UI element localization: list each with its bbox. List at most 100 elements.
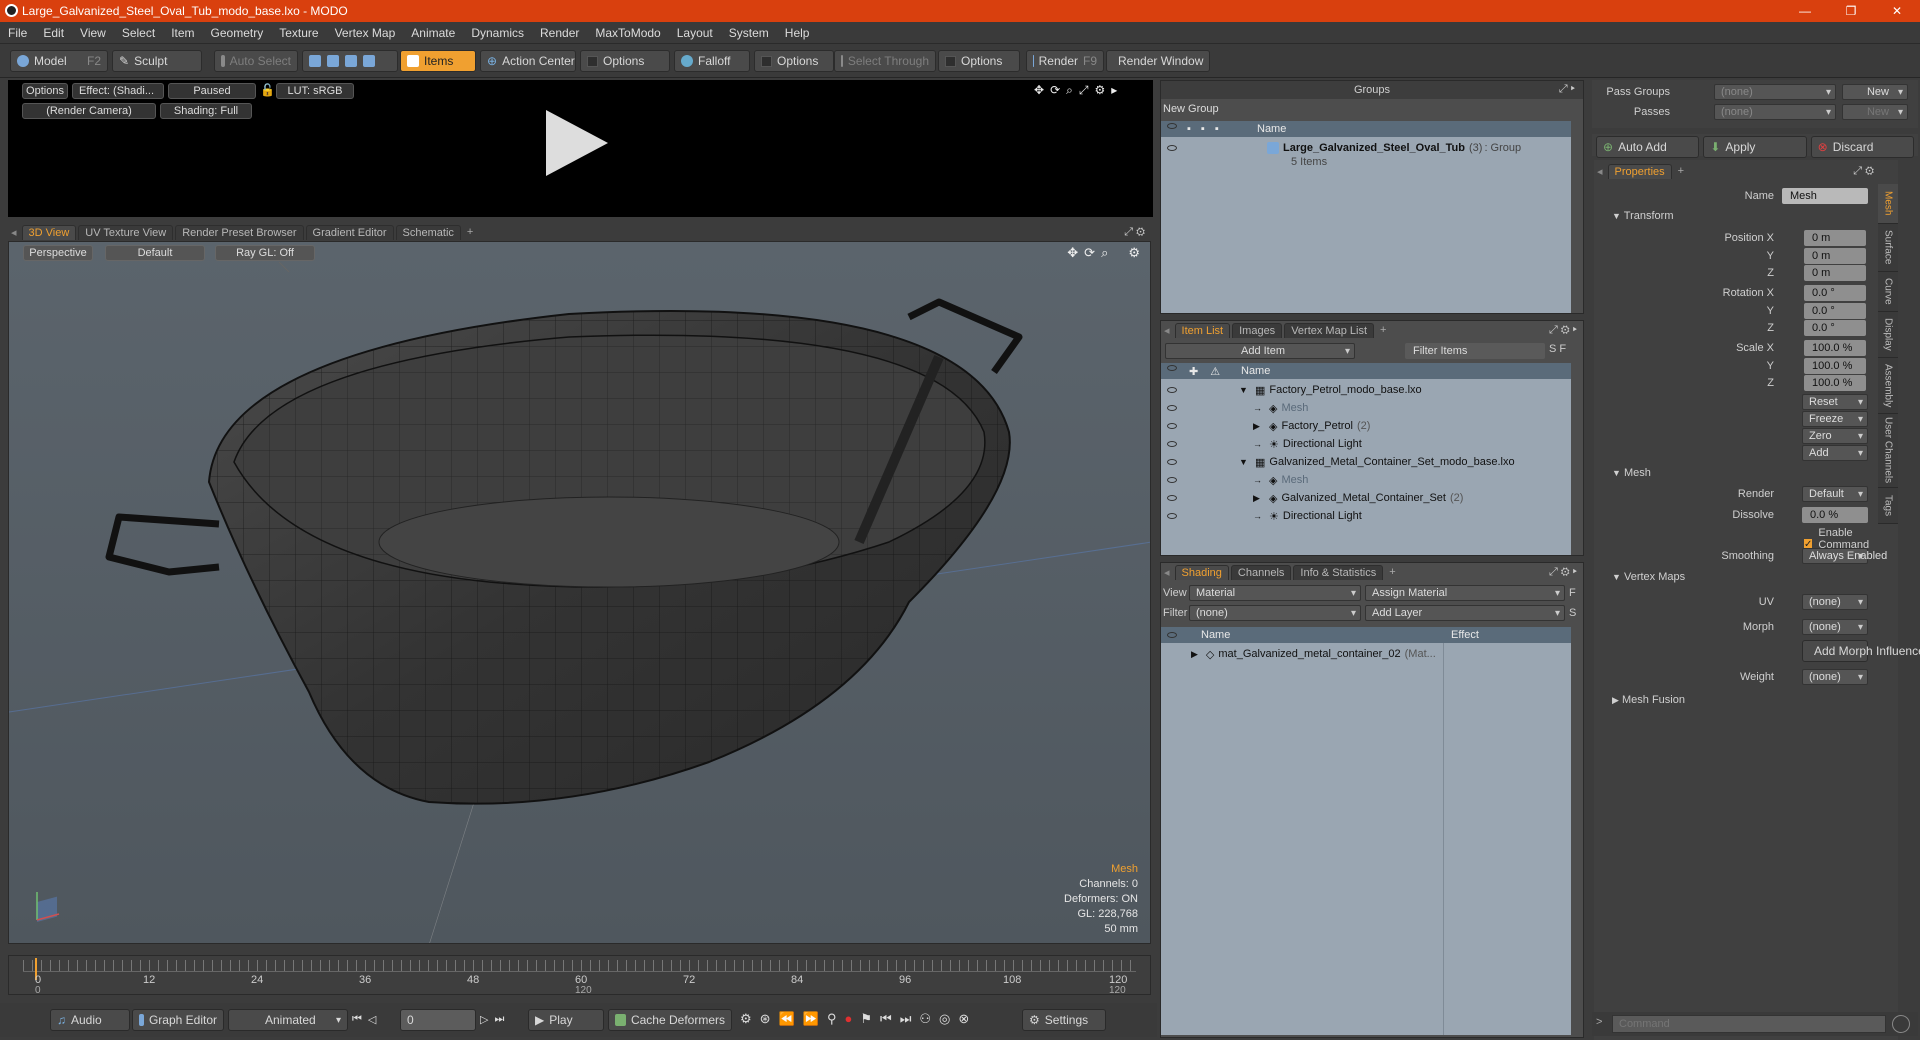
position-y-field[interactable]: 0 m bbox=[1804, 248, 1866, 264]
side-tab-user-channels[interactable]: User Channels bbox=[1878, 414, 1898, 488]
animated-dropdown[interactable]: Animated ▾ bbox=[228, 1009, 348, 1031]
tab-uv-texture-view[interactable]: UV Texture View bbox=[78, 224, 174, 240]
scale-z-field[interactable]: 100.0 % bbox=[1804, 375, 1866, 391]
scale-y-field[interactable]: 100.0 % bbox=[1804, 358, 1866, 374]
auto-add-button[interactable]: ⊕ Auto Add bbox=[1596, 136, 1700, 158]
item-list-row[interactable]: ▶ ◈ Factory_Petrol (2) bbox=[1161, 417, 1571, 435]
new-pass-button[interactable]: New bbox=[1842, 104, 1908, 120]
lut-dropdown[interactable]: LUT: sRGB bbox=[276, 83, 354, 99]
add-morph-influence-button[interactable]: Add Morph Influence bbox=[1802, 640, 1920, 662]
vertices-mode-icon[interactable] bbox=[309, 55, 321, 67]
mesh-section[interactable]: ▼ Mesh bbox=[1612, 467, 1651, 479]
new-pass-group-button[interactable]: New bbox=[1842, 84, 1908, 100]
select-through-options-button[interactable]: Options bbox=[938, 50, 1020, 72]
item-list-row[interactable]: ▼ ▦ Factory_Petrol_modo_base.lxo bbox=[1161, 381, 1571, 399]
filter-dropdown[interactable]: (none) bbox=[1189, 605, 1361, 621]
eye-icon[interactable] bbox=[1167, 632, 1177, 638]
side-tab-surface[interactable]: Surface bbox=[1878, 224, 1898, 272]
assign-material-dropdown[interactable]: Assign Material bbox=[1365, 585, 1565, 601]
auto-key-icon[interactable]: ⚲ bbox=[827, 1011, 837, 1027]
eye-icon[interactable] bbox=[1167, 423, 1177, 429]
menu-render[interactable]: Render bbox=[532, 26, 587, 40]
item-list-row[interactable]: → ◈ Mesh bbox=[1161, 471, 1571, 489]
close-button[interactable]: ✕ bbox=[1874, 0, 1920, 22]
expand-icon[interactable]: ⤢ bbox=[1079, 83, 1089, 98]
falloff-button[interactable]: Falloff bbox=[674, 50, 750, 72]
filter-options-icon[interactable]: S F bbox=[1549, 343, 1566, 355]
eye-icon[interactable] bbox=[1167, 123, 1177, 129]
filter-f-icon[interactable]: F bbox=[1569, 587, 1576, 599]
tab-shading[interactable]: Shading bbox=[1174, 564, 1229, 580]
pan-icon[interactable]: ✥ bbox=[1034, 83, 1044, 98]
item-list-row[interactable]: → ☀ Directional Light bbox=[1161, 435, 1571, 453]
tab-gradient-editor[interactable]: Gradient Editor bbox=[305, 224, 394, 240]
vertex-maps-section[interactable]: ▼ Vertex Maps bbox=[1612, 571, 1685, 583]
tab-channels[interactable]: Channels bbox=[1230, 564, 1292, 580]
gear-icon[interactable]: ⚙ bbox=[1094, 83, 1105, 98]
eye-icon[interactable] bbox=[1167, 145, 1177, 151]
eye-icon[interactable] bbox=[1167, 495, 1177, 501]
tab-info-statistics[interactable]: Info & Statistics bbox=[1293, 564, 1384, 580]
action-center-options-button[interactable]: Options bbox=[580, 50, 670, 72]
freeze-dropdown[interactable]: Freeze bbox=[1802, 411, 1868, 427]
menu-vertex-map[interactable]: Vertex Map bbox=[327, 26, 404, 40]
key-all-icon[interactable]: ⊛ bbox=[760, 1011, 771, 1027]
shading-dropdown[interactable]: Shading: Full bbox=[160, 103, 252, 119]
last-frame-icon[interactable]: ⏭ bbox=[494, 1013, 504, 1026]
prev-keyframe-icon[interactable]: ⏪ bbox=[779, 1011, 795, 1027]
discard-button[interactable]: ⊗ Discard bbox=[1810, 136, 1914, 158]
eye-icon[interactable] bbox=[1167, 477, 1177, 483]
add-tab-icon[interactable]: + bbox=[1674, 165, 1688, 177]
tab-render-preset-browser[interactable]: Render Preset Browser bbox=[175, 224, 304, 240]
menu-geometry[interactable]: Geometry bbox=[203, 26, 272, 40]
render-button[interactable]: Render F9 bbox=[1026, 50, 1104, 72]
smoothing-dropdown[interactable]: Always Enabled bbox=[1802, 548, 1887, 564]
target-icon[interactable]: ◎ bbox=[939, 1011, 950, 1027]
uv-dropdown[interactable]: (none) bbox=[1802, 594, 1868, 610]
play-button[interactable]: ▶ Play bbox=[528, 1009, 604, 1031]
command-history-icon[interactable] bbox=[1892, 1015, 1910, 1033]
jump-start-icon[interactable]: ⏮ bbox=[880, 1011, 892, 1027]
jump-end-icon[interactable]: ⏭ bbox=[900, 1011, 912, 1027]
key-options-icon[interactable]: ⚑ bbox=[860, 1011, 872, 1027]
item-list-row[interactable]: → ☀ Directional Light bbox=[1161, 507, 1571, 525]
select-icon[interactable]: ▪ bbox=[1215, 123, 1219, 135]
add-tab-icon[interactable]: + bbox=[1385, 566, 1399, 578]
tab-properties[interactable]: Properties bbox=[1607, 163, 1672, 179]
render-window-button[interactable]: Render Window bbox=[1106, 50, 1210, 72]
collapse-arrow-icon[interactable]: ▼ bbox=[1239, 457, 1251, 467]
graph-editor-button[interactable]: Graph Editor bbox=[132, 1009, 224, 1031]
render-icon[interactable]: ⚠ bbox=[1210, 365, 1220, 378]
expand-arrow-icon[interactable]: ▶ bbox=[1253, 421, 1265, 432]
eye-icon[interactable] bbox=[1167, 387, 1177, 393]
menu-select[interactable]: Select bbox=[114, 26, 163, 40]
next-key-icon[interactable]: ▷ bbox=[480, 1013, 488, 1026]
timeline[interactable]: 0 12 24 36 48 60 72 84 96 108 120 0 120 … bbox=[8, 955, 1151, 996]
add-tab-icon[interactable]: + bbox=[463, 226, 477, 238]
add-item-dropdown[interactable]: Add Item bbox=[1165, 343, 1355, 359]
item-list-row[interactable]: → ◈ Mesh bbox=[1161, 399, 1571, 417]
filter-items-input[interactable]: Filter Items bbox=[1405, 343, 1545, 359]
position-x-field[interactable]: 0 m bbox=[1804, 230, 1866, 246]
pass-groups-dropdown[interactable]: (none) bbox=[1714, 84, 1836, 100]
key-icon[interactable]: ⚙ bbox=[740, 1011, 752, 1027]
position-z-field[interactable]: 0 m bbox=[1804, 265, 1866, 281]
menu-edit[interactable]: Edit bbox=[35, 26, 72, 40]
action-center-button[interactable]: ⊕ Action Center bbox=[480, 50, 576, 72]
material-row[interactable]: ▶ ◇ mat_Galvanized_metal_container_02 (M… bbox=[1161, 645, 1571, 663]
menu-maxtomodo[interactable]: MaxToModo bbox=[587, 26, 668, 40]
3d-viewport[interactable]: Perspective Default Ray GL: Off ✥ ⟳ ⌕ ⚙ bbox=[8, 241, 1151, 944]
record-icon[interactable]: ● bbox=[844, 1011, 852, 1027]
render-camera-dropdown[interactable]: (Render Camera) bbox=[22, 103, 156, 119]
filter-s-icon[interactable]: S bbox=[1569, 607, 1576, 619]
audio-button[interactable]: ♫ Audio bbox=[50, 1009, 130, 1031]
items-mode-button[interactable]: Items bbox=[400, 50, 476, 72]
eye-icon[interactable] bbox=[1167, 441, 1177, 447]
eye-icon[interactable] bbox=[1167, 364, 1177, 371]
zero-dropdown[interactable]: Zero bbox=[1802, 428, 1868, 444]
sculpt-mode-button[interactable]: ✎ Sculpt bbox=[112, 50, 202, 72]
effect-dropdown[interactable]: Effect: (Shadi... bbox=[72, 83, 164, 99]
edges-mode-icon[interactable] bbox=[327, 55, 339, 67]
menu-animate[interactable]: Animate bbox=[403, 26, 463, 40]
tab-item-list[interactable]: Item List bbox=[1174, 322, 1231, 338]
